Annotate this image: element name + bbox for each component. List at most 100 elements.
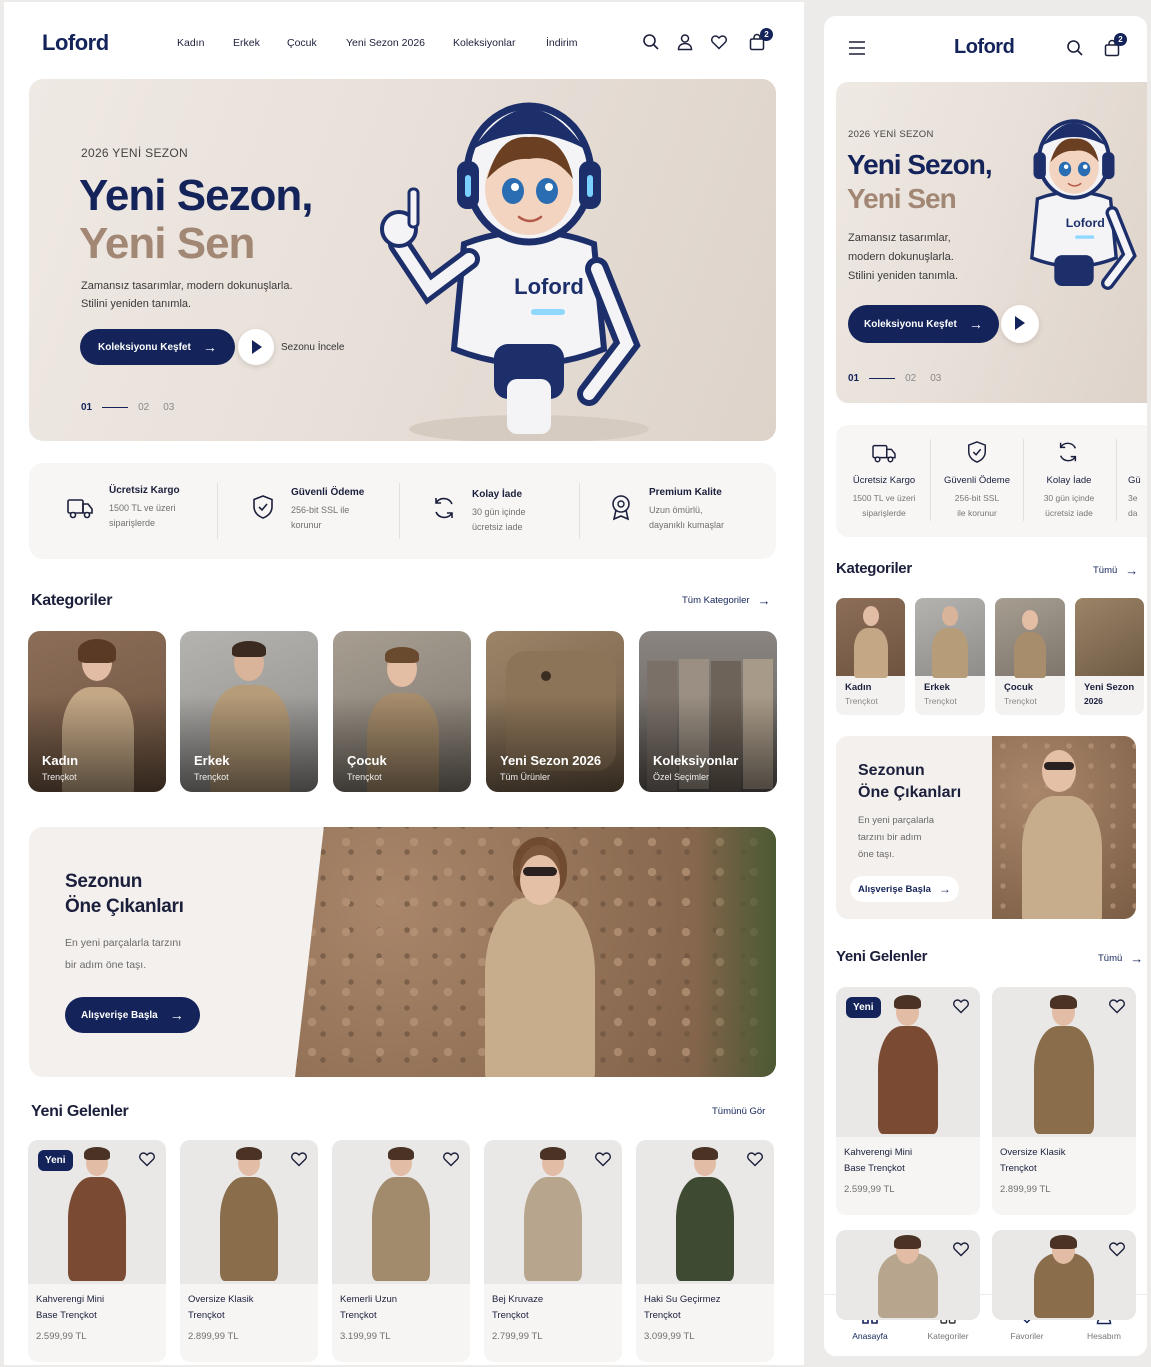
nav-yeni-sezon[interactable]: Yeni Sezon 2026	[346, 37, 425, 49]
product-name[interactable]: Oversize Klasik Trençkot	[1000, 1145, 1065, 1176]
feature-title: Güvenli Ödeme	[943, 475, 1010, 486]
product-name-line1: Bej Kruvaze	[492, 1294, 544, 1305]
arrow-right-icon: →	[169, 1007, 184, 1023]
category-subtitle: Trençkot	[1004, 696, 1037, 706]
product-card[interactable]: Oversize KlasikTrençkot	[992, 1230, 1136, 1320]
product-name-line1: Kahverengi Mini	[844, 1147, 913, 1158]
product-name-line1: Oversize Klasik	[188, 1294, 254, 1305]
heart-icon[interactable]	[952, 997, 970, 1015]
all-categories-link[interactable]: Tümü →	[1093, 563, 1138, 578]
product-name-line1: Haki Su Geçirmez	[644, 1294, 721, 1305]
feature-desc: siparişlerde	[862, 507, 906, 518]
product-name[interactable]: Bej Kruvaze Trençkot	[492, 1292, 543, 1323]
season-review-link[interactable]: Sezonu İncele	[281, 342, 344, 353]
category-title: Çocuk	[1004, 682, 1034, 693]
start-shopping-button[interactable]: Alışverişe Başla →	[65, 997, 200, 1033]
see-all-link[interactable]: Tümü →	[1098, 951, 1143, 966]
category-card-kadin[interactable]: Kadın Trençkot	[28, 631, 166, 792]
start-shopping-button[interactable]: Alışverişe Başla →	[850, 876, 959, 902]
hero-title-line1: Yeni Sezon,	[79, 171, 314, 220]
play-icon[interactable]	[238, 329, 274, 365]
cart-badge: 2	[1114, 33, 1127, 46]
truck-icon	[872, 444, 896, 463]
brand-logo[interactable]: Loford	[42, 30, 109, 56]
pager-item-3[interactable]: 03	[930, 373, 941, 384]
product-name-line2: Trençkot	[188, 1309, 225, 1321]
product-price: 2.599,99 TL	[36, 1331, 87, 1342]
hero-pager: 01 02 03	[81, 402, 188, 413]
new-arrivals-title: Yeni Gelenler	[31, 1103, 129, 1120]
category-subtitle: Trençkot	[347, 772, 382, 782]
heart-icon[interactable]	[1108, 1240, 1126, 1258]
pager-item-2[interactable]: 02	[138, 402, 149, 413]
promo-title: Sezonun Öne Çıkanları	[65, 869, 184, 919]
hero-subtitle-line2: modern dokunuşlarla.	[848, 250, 954, 263]
category-card-kadin[interactable]: Kadın Trençkot	[836, 598, 905, 715]
product-card[interactable]: Bej KruvazeTrençkot	[836, 1230, 980, 1320]
product-name[interactable]: Haki Su Geçirmez Trençkot	[644, 1292, 721, 1323]
product-name[interactable]: Oversize Klasik Trençkot	[188, 1292, 253, 1323]
heart-icon[interactable]	[710, 33, 728, 51]
nav-erkek[interactable]: Erkek	[233, 37, 260, 49]
feature-desc: 30 gün içinde	[1043, 493, 1095, 503]
category-card-yeni-sezon[interactable]: Yeni Sezon 2026	[1075, 598, 1144, 715]
category-title: Çocuk	[347, 753, 387, 768]
hero-subtitle-line1: Zamansız tasarımlar, modern dokunuşlarla…	[81, 280, 293, 292]
feature-premium-quality: Gü 3e da	[1128, 475, 1147, 521]
nav-indirim[interactable]: İndirim	[546, 37, 578, 49]
nav-cocuk[interactable]: Çocuk	[287, 37, 317, 49]
nav-koleksiyonlar[interactable]: Koleksiyonlar	[453, 37, 515, 49]
pager-item-2[interactable]: 02	[905, 373, 916, 384]
heart-icon[interactable]	[138, 1150, 156, 1168]
product-card[interactable]: Oversize Klasik Trençkot 2.899,99 TL	[180, 1140, 318, 1362]
category-card-cocuk[interactable]: Çocuk Trençkot	[995, 598, 1065, 715]
all-categories-link[interactable]: Tüm Kategoriler →	[682, 593, 771, 608]
feature-secure-payment: Güvenli Ödeme 256-bit SSL ile korunur	[291, 487, 364, 534]
promo-title-line1: Sezonun	[65, 871, 143, 892]
feature-desc: ücretsiz iade	[472, 522, 523, 533]
category-title: Koleksiyonlar	[653, 753, 739, 768]
category-subtitle: Tüm Ürünler	[500, 772, 551, 782]
features-bar: Ücretsiz Kargo 1500 TL ve üzeri siparişle…	[29, 463, 776, 559]
category-card-erkek[interactable]: Erkek Trençkot	[180, 631, 318, 792]
product-card[interactable]: Kemerli Uzun Trençkot 3.199,99 TL	[332, 1140, 470, 1362]
heart-icon[interactable]	[290, 1150, 308, 1168]
product-name[interactable]: Kahverengi Mini Base Trençkot	[36, 1292, 104, 1323]
search-icon[interactable]	[642, 33, 660, 51]
categories-title: Kategoriler	[31, 592, 113, 609]
product-card[interactable]: Yeni Kahverengi Mini Base Trençkot 2.599,99…	[28, 1140, 166, 1362]
category-subtitle: Özel Seçimler	[653, 772, 710, 782]
search-icon[interactable]	[1066, 39, 1084, 57]
explore-collection-button[interactable]: Koleksiyonu Keşfet →	[848, 305, 999, 343]
category-card-erkek[interactable]: Erkek Trençkot	[915, 598, 985, 715]
product-card[interactable]: Yeni Kahverengi Mini Base Trençkot 2.599,99…	[836, 987, 980, 1215]
product-name[interactable]: Kahverengi Mini Base Trençkot	[844, 1145, 912, 1176]
new-arrivals-title: Yeni Gelenler	[836, 948, 928, 965]
hero-eyebrow: 2026 YENİ SEZON	[81, 146, 188, 160]
product-card[interactable]: Oversize Klasik Trençkot 2.899,99 TL	[992, 987, 1136, 1215]
product-name[interactable]: Kemerli Uzun Trençkot	[340, 1292, 397, 1323]
heart-icon[interactable]	[1108, 997, 1126, 1015]
promo-title-line1: Sezonun	[858, 762, 925, 779]
category-card-yeni-sezon[interactable]: Yeni Sezon 2026 Tüm Ürünler	[486, 631, 624, 792]
pager-item-3[interactable]: 03	[163, 402, 174, 413]
heart-icon[interactable]	[442, 1150, 460, 1168]
pager-item-1[interactable]: 01	[848, 373, 859, 384]
feature-desc: 1500 TL ve üzeri	[109, 503, 176, 513]
brand-logo[interactable]: Loford	[954, 36, 1015, 59]
tab-label: Hesabım	[1086, 1331, 1121, 1341]
heart-icon[interactable]	[594, 1150, 612, 1168]
product-card[interactable]: Haki Su Geçirmez Trençkot 3.099,99 TL	[636, 1140, 774, 1362]
product-card[interactable]: Bej Kruvaze Trençkot 2.799,99 TL	[484, 1140, 622, 1362]
menu-icon[interactable]	[848, 40, 866, 56]
product-name-line1: Kemerli Uzun	[340, 1294, 398, 1305]
heart-icon[interactable]	[746, 1150, 764, 1168]
explore-collection-button[interactable]: Koleksiyonu Keşfet →	[80, 329, 235, 365]
see-all-link[interactable]: Tümünü Gör	[712, 1106, 765, 1117]
pager-item-1[interactable]: 01	[81, 402, 92, 413]
heart-icon[interactable]	[952, 1240, 970, 1258]
nav-kadin[interactable]: Kadın	[177, 37, 204, 49]
user-icon[interactable]	[676, 33, 694, 51]
category-card-cocuk[interactable]: Çocuk Trençkot	[333, 631, 471, 792]
category-card-koleksiyonlar[interactable]: Koleksiyonlar Özel Seçimler	[639, 631, 777, 792]
